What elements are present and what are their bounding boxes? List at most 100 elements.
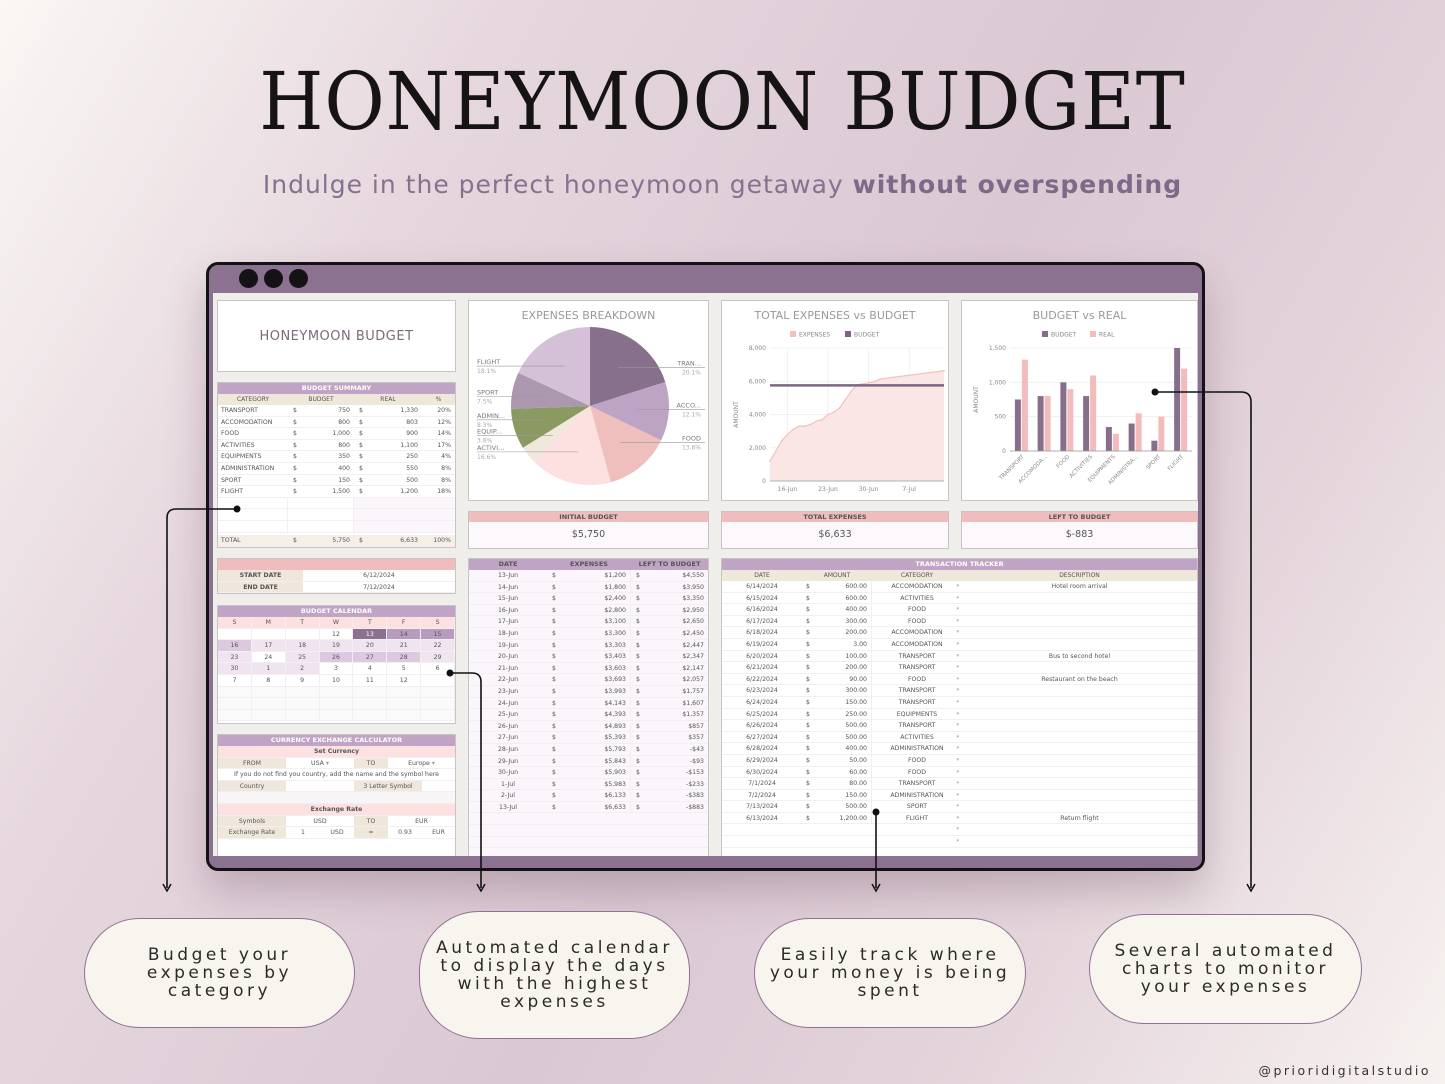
calendar-day[interactable]: 8 (251, 674, 286, 687)
category-select[interactable]: ▾ (872, 824, 962, 835)
calendar-day[interactable]: 19 (319, 640, 354, 652)
transaction-amount[interactable]: 100.00 (814, 650, 872, 662)
transaction-description[interactable] (962, 627, 1197, 638)
calendar-day[interactable]: 7 (218, 674, 252, 687)
transaction-description[interactable]: Restaurant on the beach (962, 674, 1197, 685)
transaction-description[interactable] (962, 743, 1197, 754)
category-select[interactable]: ACTIVITIES ▾ (872, 593, 962, 604)
transaction-amount[interactable]: 3.00 (814, 638, 872, 650)
category-select[interactable]: ADMINISTRATION ▾ (872, 743, 962, 754)
category-select[interactable]: FLIGHT ▾ (872, 813, 962, 824)
transaction-amount[interactable]: 500.00 (814, 720, 872, 731)
empty-cell[interactable] (288, 520, 354, 532)
dropdown-arrow-icon[interactable]: ▾ (956, 813, 959, 824)
transaction-description[interactable] (962, 801, 1197, 812)
start-date-value[interactable]: 6/12/2024 (303, 570, 455, 581)
calendar-day[interactable]: 11 (353, 674, 388, 687)
category-select[interactable]: SPORT ▾ (872, 801, 962, 812)
transaction-description[interactable] (962, 697, 1197, 708)
transaction-amount[interactable]: 50.00 (814, 754, 872, 766)
transaction-description[interactable] (962, 639, 1197, 650)
dropdown-arrow-icon[interactable]: ▾ (956, 593, 959, 604)
calendar-day[interactable]: 14 (387, 628, 422, 641)
transaction-description[interactable]: Bus to second hotel (962, 651, 1197, 662)
calendar-day[interactable] (218, 628, 252, 641)
calendar-day[interactable]: 24 (251, 651, 286, 664)
transaction-description[interactable] (962, 662, 1197, 673)
transaction-description[interactable] (962, 790, 1197, 801)
calendar-day[interactable] (421, 674, 455, 687)
empty-cell[interactable] (722, 824, 872, 835)
transaction-date[interactable]: 6/23/2024 (722, 685, 802, 696)
calendar-day[interactable] (285, 628, 320, 641)
transaction-amount[interactable]: 150.00 (814, 789, 872, 801)
transaction-date[interactable]: 6/30/2024 (722, 767, 802, 778)
calendar-day[interactable]: 17 (251, 640, 286, 652)
empty-cell[interactable] (218, 497, 288, 509)
category-select[interactable]: EQUIPMENTS ▾ (872, 709, 962, 720)
empty-cell[interactable] (288, 509, 354, 520)
transaction-date[interactable]: 6/22/2024 (722, 674, 802, 685)
transaction-date[interactable]: 6/28/2024 (722, 743, 802, 754)
transaction-date[interactable]: 6/25/2024 (722, 709, 802, 720)
transaction-description[interactable] (962, 685, 1197, 696)
transaction-amount[interactable]: 300.00 (814, 685, 872, 696)
category-select[interactable]: ACCOMODATION ▾ (872, 581, 962, 592)
transaction-date[interactable]: 6/15/2024 (722, 593, 802, 604)
transaction-date[interactable]: 6/19/2024 (722, 639, 802, 650)
dropdown-arrow-icon[interactable]: ▾ (956, 581, 959, 592)
calendar-day[interactable]: 3 (319, 663, 354, 675)
rate-amount[interactable]: 1 (286, 827, 320, 838)
transaction-date[interactable]: 6/21/2024 (722, 662, 802, 673)
calendar-day[interactable] (251, 628, 286, 641)
calendar-day[interactable]: 18 (285, 640, 320, 652)
budget-value[interactable]: 150 (302, 475, 354, 486)
dropdown-arrow-icon[interactable]: ▾ (956, 755, 959, 766)
budget-value[interactable]: 400 (302, 463, 354, 474)
category-select[interactable]: TRANSPORT ▾ (872, 720, 962, 731)
empty-cell[interactable] (218, 520, 288, 532)
category-select[interactable]: FOOD ▾ (872, 674, 962, 685)
transaction-date[interactable]: 6/17/2024 (722, 616, 802, 627)
transaction-description[interactable] (962, 604, 1197, 615)
dropdown-arrow-icon[interactable]: ▾ (956, 767, 959, 778)
category-select[interactable]: ACTIVITIES ▾ (872, 732, 962, 743)
dropdown-arrow-icon[interactable]: ▾ (326, 760, 329, 767)
transaction-amount[interactable]: 500.00 (814, 731, 872, 743)
transaction-date[interactable]: 6/18/2024 (722, 627, 802, 638)
transaction-description[interactable] (962, 732, 1197, 743)
dropdown-arrow-icon[interactable]: ▾ (956, 604, 959, 615)
window-dot-icon[interactable] (289, 269, 308, 288)
calendar-day[interactable]: 30 (218, 663, 252, 675)
transaction-amount[interactable]: 90.00 (814, 673, 872, 685)
calendar-day[interactable]: 4 (353, 663, 388, 675)
dropdown-arrow-icon[interactable]: ▾ (956, 709, 959, 720)
transaction-amount[interactable]: 80.00 (814, 778, 872, 789)
transaction-amount[interactable]: 1,200.00 (814, 812, 872, 824)
transaction-date[interactable]: 6/29/2024 (722, 755, 802, 766)
dropdown-arrow-icon[interactable]: ▾ (956, 790, 959, 801)
dropdown-arrow-icon[interactable]: ▾ (956, 674, 959, 685)
transaction-date[interactable]: 6/13/2024 (722, 813, 802, 824)
transaction-description[interactable] (962, 767, 1197, 778)
dropdown-arrow-icon[interactable]: ▾ (956, 743, 959, 754)
category-select[interactable]: TRANSPORT ▾ (872, 778, 962, 789)
calendar-day[interactable]: 12 (319, 628, 354, 641)
dropdown-arrow-icon[interactable]: ▾ (956, 651, 959, 662)
empty-cell[interactable] (722, 836, 872, 847)
transaction-date[interactable]: 7/13/2024 (722, 801, 802, 812)
calendar-day[interactable]: 1 (251, 663, 286, 675)
calendar-day[interactable]: 15 (421, 628, 455, 641)
budget-value[interactable]: 1,000 (302, 428, 354, 439)
dropdown-arrow-icon[interactable]: ▾ (956, 801, 959, 812)
calendar-day[interactable]: 12 (387, 674, 422, 687)
transaction-description[interactable] (962, 616, 1197, 627)
calendar-day[interactable]: 5 (387, 663, 422, 675)
calendar-day[interactable]: 2 (285, 663, 320, 675)
window-dot-icon[interactable] (239, 269, 258, 288)
dropdown-arrow-icon[interactable]: ▾ (432, 760, 435, 767)
dropdown-arrow-icon[interactable]: ▾ (956, 836, 959, 847)
calendar-day[interactable]: 9 (285, 674, 320, 687)
category-select[interactable]: FOOD ▾ (872, 767, 962, 778)
dropdown-arrow-icon[interactable]: ▾ (956, 616, 959, 627)
